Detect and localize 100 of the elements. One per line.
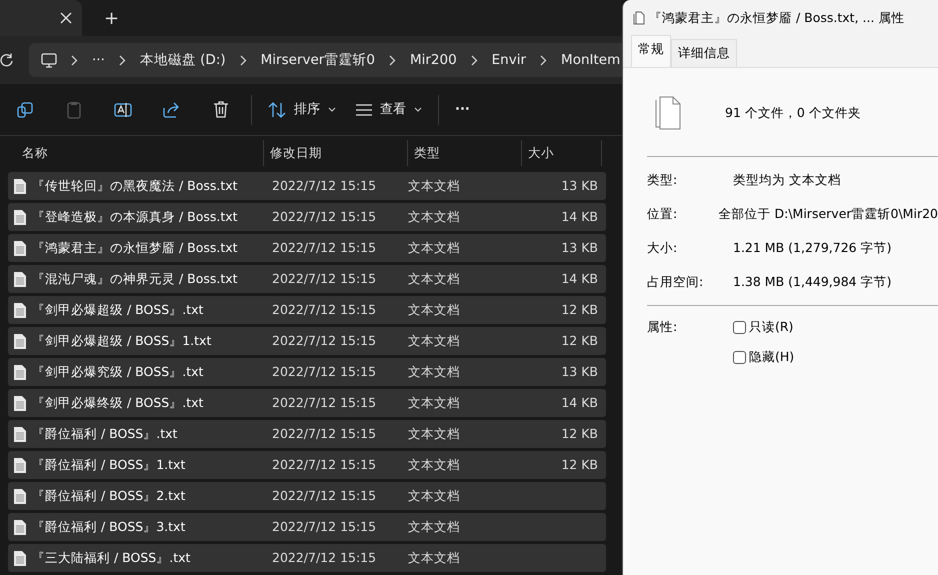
date-cell: 2022/7/12 15:15: [272, 208, 376, 224]
checkbox[interactable]: [733, 320, 746, 334]
field-value: 1.38 MB (1,449,984 字节): [733, 272, 892, 291]
caret-icon: [328, 107, 336, 112]
file-row[interactable]: 『爵位福利 / BOSS』3.txt 2022/7/12 15:15 文本文档: [8, 513, 606, 541]
file-row[interactable]: 『剑甲必爆终级 / BOSS』.txt 2022/7/12 15:15 文本文档 14 KB: [8, 389, 606, 417]
type-cell: 文本文档: [408, 240, 460, 255]
file-name: 『爵位福利 / BOSS』.txt: [32, 424, 178, 443]
chevron-icon: [71, 54, 78, 66]
field-value: 类型均为 文本文档: [733, 170, 841, 189]
file-name: 『爵位福利 / BOSS』3.txt: [32, 518, 186, 536]
computer-icon[interactable]: [41, 52, 57, 68]
size-cell: 12 KB: [561, 426, 598, 441]
document-icon: [14, 396, 26, 410]
date-cell: 2022/7/12 15:15: [272, 332, 376, 348]
tab[interactable]: 详细信息: [671, 39, 737, 67]
type-cell: 文本文档: [408, 426, 460, 441]
column-header[interactable]: 大小: [522, 140, 602, 166]
file-name: 『剑甲必爆超级 / BOSS』.txt: [32, 300, 204, 319]
file-row[interactable]: 『鸿蒙君主』の永恒梦靥 / Boss.txt 2022/7/12 15:15 文本文档 13 KB: [8, 234, 606, 262]
file-row[interactable]: 『三大陆福利 / BOSS』.txt 2022/7/12 15:15 文本文档: [8, 544, 606, 572]
documents-icon: [653, 96, 681, 130]
breadcrumb-item[interactable]: Envir: [492, 50, 526, 70]
file-name: 『鸿蒙君主』の永恒梦靥 / Boss.txt: [32, 238, 238, 257]
field-value: 1.21 MB (1,279,726 字节): [733, 238, 892, 257]
date-cell: 2022/7/12 15:15: [272, 178, 376, 193]
file-name: 『登峰造极』の本源真身 / Boss.txt: [32, 208, 238, 226]
breadcrumb-item[interactable]: MonItem: [561, 50, 620, 70]
file-row[interactable]: 『混沌尸魂』の神界元灵 / Boss.txt 2022/7/12 15:15 文本文档 14 KB: [8, 265, 606, 293]
file-row[interactable]: 『爵位福利 / BOSS』1.txt 2022/7/12 15:15 文本文档 12 KB: [8, 451, 606, 479]
type-cell: 文本文档: [408, 302, 460, 317]
summary-text: 91 个文件，0 个文件夹: [725, 104, 861, 122]
file-name: 『剑甲必爆终级 / BOSS』.txt: [32, 394, 204, 412]
type-cell: 文本文档: [408, 394, 460, 410]
document-icon: [14, 426, 26, 442]
file-name: 『剑甲必爆超级 / BOSS』1.txt: [32, 332, 212, 350]
file-row[interactable]: 『爵位福利 / BOSS』.txt 2022/7/12 15:15 文本文档 12 KB: [8, 420, 606, 448]
documents-icon: [633, 11, 645, 25]
document-icon: [14, 334, 26, 348]
chevron-icon: [470, 54, 478, 66]
sort-icon: [268, 102, 286, 118]
file-name: 『爵位福利 / BOSS』1.txt: [32, 456, 186, 474]
checkbox[interactable]: [733, 350, 746, 364]
checkbox-label[interactable]: 只读(R): [749, 318, 794, 336]
field-label: 大小:: [647, 238, 678, 257]
close-icon[interactable]: [60, 12, 72, 24]
field-label: 占用空间:: [647, 272, 704, 291]
column-header[interactable]: 修改日期: [264, 140, 408, 166]
breadcrumb-item[interactable]: Mir200: [410, 50, 457, 70]
document-icon: [14, 458, 26, 472]
date-cell: 2022/7/12 15:15: [272, 394, 376, 410]
date-cell: 2022/7/12 15:15: [272, 270, 376, 286]
view-button[interactable]: 查看: [346, 92, 432, 128]
file-row[interactable]: 『传世轮回』の黑夜魔法 / Boss.txt 2022/7/12 15:15 文本文档 13 KB: [8, 172, 606, 200]
type-cell: 文本文档: [408, 518, 460, 534]
tab[interactable]: 常规: [631, 35, 671, 67]
size-cell: 14 KB: [561, 208, 598, 224]
size-cell: 14 KB: [561, 270, 598, 286]
more-button[interactable]: ···: [445, 92, 480, 128]
date-cell: 2022/7/12 15:15: [272, 302, 376, 317]
type-cell: 文本文档: [408, 178, 460, 193]
checkbox-label[interactable]: 隐藏(H): [749, 348, 794, 366]
chevron-icon: [388, 54, 396, 66]
date-cell: 2022/7/12 15:15: [272, 364, 376, 379]
type-cell: 文本文档: [408, 208, 460, 224]
date-cell: 2022/7/12 15:15: [272, 550, 376, 565]
date-cell: 2022/7/12 15:15: [272, 426, 376, 441]
document-icon: [14, 210, 26, 224]
column-header[interactable]: 名称: [0, 140, 264, 166]
file-row[interactable]: 『爵位福利 / BOSS』2.txt 2022/7/12 15:15 文本文档: [8, 482, 606, 510]
size-cell: 13 KB: [561, 178, 598, 193]
sort-button[interactable]: 排序: [258, 92, 346, 128]
size-cell: 13 KB: [561, 364, 598, 379]
file-row[interactable]: 『剑甲必爆究级 / BOSS』.txt 2022/7/12 15:15 文本文档 13 KB: [8, 358, 606, 386]
breadcrumb-item[interactable]: Mirserver雷霆斩0: [260, 50, 375, 70]
chevron-icon: [118, 54, 126, 66]
caret-icon: [414, 107, 422, 112]
breadcrumb-item[interactable]: 本地磁盘 (D:): [140, 50, 226, 70]
file-row[interactable]: 『登峰造极』の本源真身 / Boss.txt 2022/7/12 15:15 文本文档 14 KB: [8, 203, 606, 231]
more-button[interactable]: ···: [92, 50, 105, 70]
field-value: 全部位于 D:\Mirserver雷霆斩0\Mir20: [718, 204, 938, 223]
document-icon: [14, 364, 26, 380]
document-icon: [14, 272, 26, 286]
type-cell: 文本文档: [408, 364, 460, 379]
date-cell: 2022/7/12 15:15: [272, 240, 376, 255]
chevron-icon: [240, 54, 247, 66]
type-cell: 文本文档: [408, 456, 460, 472]
file-row[interactable]: 『剑甲必爆超级 / BOSS』.txt 2022/7/12 15:15 文本文档 12 KB: [8, 296, 606, 324]
file-name: 『传世轮回』の黑夜魔法 / Boss.txt: [32, 176, 238, 195]
attributes-label: 属性:: [647, 318, 678, 336]
list-icon: [356, 104, 372, 116]
file-row[interactable]: 『剑甲必爆超级 / BOSS』1.txt 2022/7/12 15:15 文本文档 12 KB: [8, 327, 606, 355]
new-tab-button[interactable]: +: [100, 4, 124, 32]
refresh-icon[interactable]: [0, 53, 13, 67]
document-icon: [14, 240, 26, 256]
document-icon: [14, 302, 26, 318]
file-name: 『爵位福利 / BOSS』2.txt: [32, 486, 186, 505]
file-name: 『三大陆福利 / BOSS』.txt: [32, 548, 190, 567]
column-header[interactable]: 类型: [408, 140, 522, 166]
type-cell: 文本文档: [408, 488, 460, 503]
